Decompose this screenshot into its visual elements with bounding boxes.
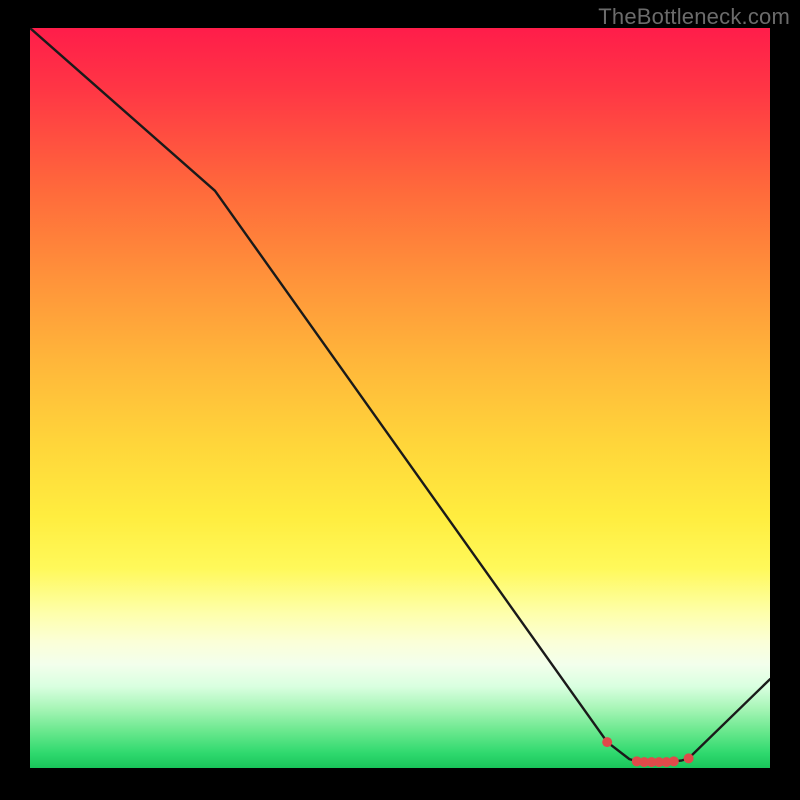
data-marker xyxy=(669,756,679,766)
attribution-label: TheBottleneck.com xyxy=(598,4,790,30)
data-marker xyxy=(602,737,612,747)
chart-container: TheBottleneck.com xyxy=(0,0,800,800)
plot-area xyxy=(30,28,770,768)
curve-markers xyxy=(602,737,693,767)
curve-line xyxy=(30,28,770,762)
chart-svg xyxy=(30,28,770,768)
data-marker xyxy=(684,753,694,763)
